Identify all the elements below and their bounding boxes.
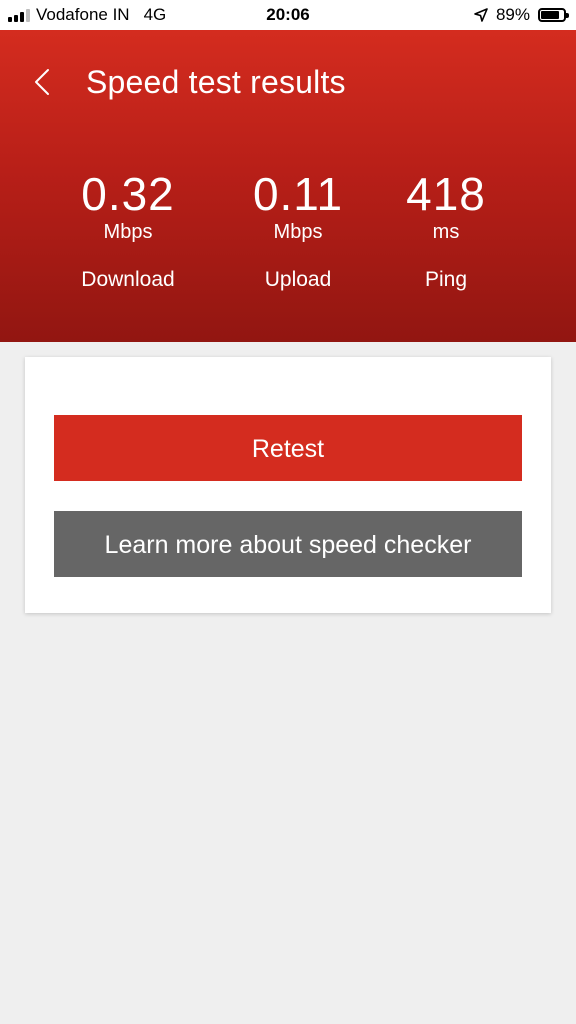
download-value: 0.32 [81, 168, 175, 220]
ping-value: 418 [406, 168, 486, 220]
upload-unit: Mbps [273, 221, 323, 243]
upload-value: 0.11 [252, 168, 344, 220]
learn-more-button[interactable]: Learn more about speed checker [54, 511, 522, 577]
location-arrow-icon [474, 8, 488, 22]
actions-card: Retest Learn more about speed checker [25, 357, 551, 613]
ping-metric: 418 ms Ping [366, 168, 526, 292]
download-label: Download [81, 268, 175, 291]
upload-label: Upload [264, 268, 332, 291]
retest-button[interactable]: Retest [54, 415, 522, 481]
battery-level-fill [541, 11, 559, 19]
battery-icon [538, 8, 569, 22]
results-header: Speed test results 0.32 Mbps Download 0.… [0, 30, 576, 342]
page-title: Speed test results [86, 64, 346, 100]
ping-label: Ping [424, 268, 468, 291]
status-right: 89% [474, 5, 569, 25]
download-metric: 0.32 Mbps Download [48, 168, 208, 292]
chevron-left-icon[interactable] [28, 64, 58, 100]
ping-unit: ms [432, 221, 460, 243]
upload-metric: 0.11 Mbps Upload [218, 168, 378, 292]
battery-percent: 89% [495, 5, 530, 24]
download-unit: Mbps [103, 221, 153, 243]
status-bar: Vodafone IN 4G 20:06 89% [0, 0, 576, 30]
